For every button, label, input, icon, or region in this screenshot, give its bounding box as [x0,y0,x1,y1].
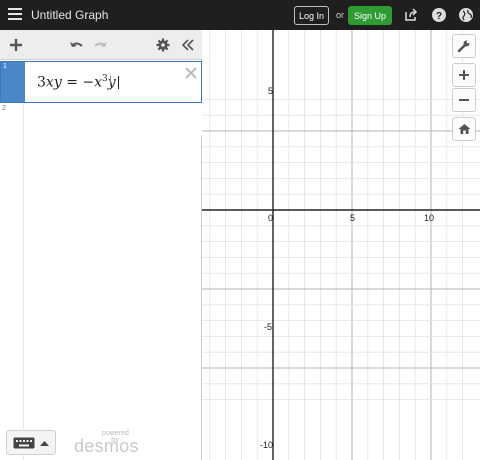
expression-panel: 1 3xy = −x3y I 2 powered by desmos [0,30,202,460]
keyboard-icon [13,437,35,449]
zoom-in-button[interactable] [452,63,476,87]
signup-button[interactable]: Sign Up [348,6,392,25]
expression-row-tab[interactable]: 2 [0,103,24,135]
or-label: or [336,10,345,20]
graph-title[interactable]: Untitled Graph [31,8,108,22]
expr-var-x: x [45,74,54,91]
expression-number: 2 [2,105,6,112]
globe-icon[interactable] [458,7,474,23]
y-tick-label: 5 [268,86,274,96]
graph-canvas[interactable]: 0 5 10 5 -5 -10 [202,30,480,460]
expression-row[interactable]: 2 [0,103,202,135]
expression-toolbar [0,30,202,60]
home-icon [458,124,470,134]
undo-icon[interactable] [69,38,83,52]
expression-number: 1 [3,63,7,70]
top-bar: Untitled Graph Log In or Sign Up ? [0,0,480,30]
expr-equals-minus: = − [61,74,95,91]
ibeam-cursor-icon: I [109,74,113,86]
x-tick-label: 0 [268,213,274,223]
y-tick-label: -5 [264,322,273,332]
expression-row-tab[interactable]: 1 [1,62,25,102]
svg-text:?: ? [436,11,442,22]
x-tick-label: 10 [424,213,435,223]
gear-icon[interactable] [156,38,170,52]
expr-var-y: y [53,74,62,91]
text-caret [117,75,119,89]
login-button[interactable]: Log In [294,6,329,25]
graph-settings-button[interactable] [452,34,476,58]
expr-coefficient: 3 [37,74,46,91]
zoom-in-icon [459,70,469,80]
share-icon[interactable] [403,7,419,23]
expression-input[interactable]: 3xy = −x3y [37,74,119,91]
expr-var-x: x [94,74,103,91]
zoom-out-icon [459,99,469,101]
keypad-toggle-button[interactable] [6,430,56,455]
help-icon[interactable]: ? [431,7,447,23]
graph-grid[interactable] [202,30,480,460]
delete-expression-icon[interactable] [184,66,198,80]
expression-row[interactable]: 1 3xy = −x3y I [0,61,202,103]
zoom-out-button[interactable] [452,88,476,112]
plus-icon[interactable] [9,38,23,52]
caret-up-icon [40,441,49,446]
y-tick-label: -10 [260,440,274,450]
desmos-logo: desmos [74,436,139,456]
wrench-icon [457,40,470,53]
menu-icon[interactable] [8,8,22,20]
expression-list-gutter [0,135,24,460]
redo-icon[interactable] [94,38,108,52]
default-viewport-button[interactable] [452,117,476,141]
x-tick-label: 5 [350,213,356,223]
collapse-icon[interactable] [181,38,195,52]
